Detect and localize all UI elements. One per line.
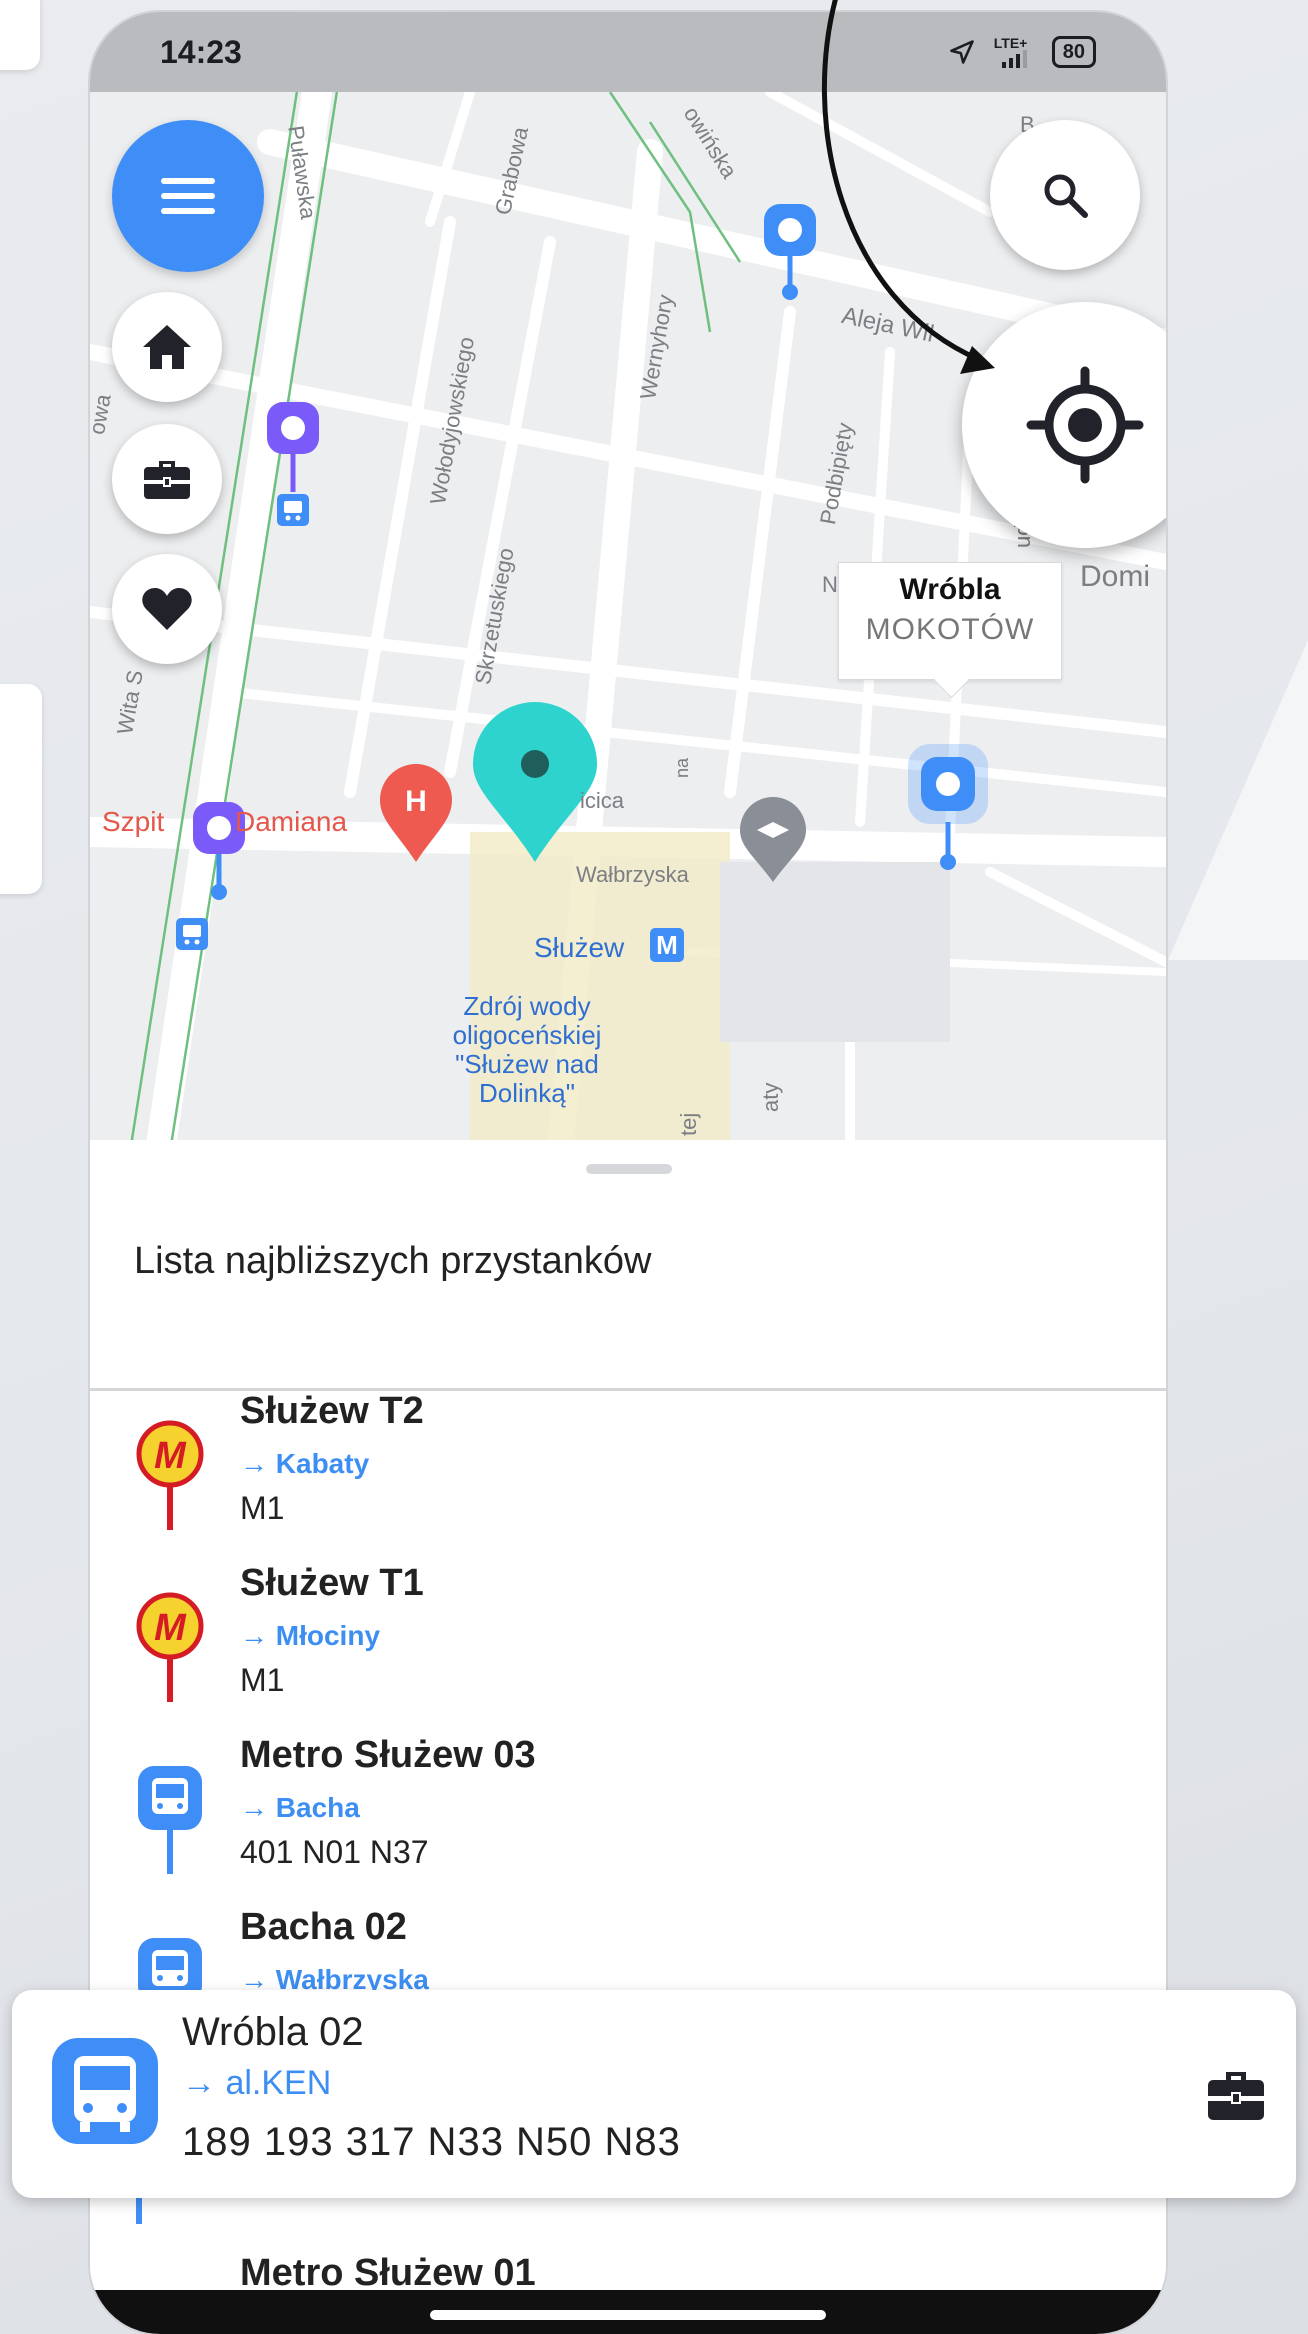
home-icon [143, 325, 191, 369]
tooltip-district: MOKOTÓW [865, 613, 1035, 646]
status-bar: 14:23 LTE+ 80 [90, 12, 1166, 92]
card-stop-lines: 189 193 317 N33 N50 N83 [182, 2120, 681, 2164]
briefcase-icon [144, 461, 190, 499]
stop-direction: → Młociny [240, 1620, 381, 1651]
street-label: aty [758, 1082, 783, 1112]
search-button[interactable] [990, 120, 1140, 270]
home-button[interactable] [112, 292, 222, 402]
location-arrow-icon [949, 40, 974, 64]
heart-icon [142, 588, 192, 630]
network-type: LTE+ [993, 35, 1028, 51]
home-indicator[interactable] [430, 2310, 826, 2320]
signal-icon [1001, 50, 1027, 68]
bus-icon [52, 2038, 158, 2144]
card-stop-direction: → al.KEN [182, 2064, 332, 2102]
street-label: icica [580, 788, 625, 813]
background-card [0, 684, 42, 894]
stop-name: Metro Służew 03 [240, 1734, 536, 1776]
street-label: na [672, 757, 692, 778]
svg-text:M: M [656, 930, 678, 960]
hospital-label: Damiana [235, 806, 348, 837]
metro-station-label: Służew [534, 932, 625, 963]
hospital-label: Szpit [102, 806, 165, 837]
street-label: Wałbrzyska [576, 862, 689, 887]
bus-icon [136, 1764, 204, 1881]
street-label: tej [676, 1112, 701, 1136]
stop-direction: → Bacha [240, 1792, 360, 1823]
background-card [0, 0, 40, 70]
stop-tooltip[interactable]: Wróbla MOKOTÓW [838, 562, 1062, 680]
card-stop-name: Wróbla 02 [182, 2010, 364, 2054]
selected-stop-card[interactable]: Wróbla 02 → al.KEN 189 193 317 N33 N50 N… [12, 1990, 1296, 2198]
poi-label: Domi [1080, 560, 1151, 593]
work-button[interactable] [112, 424, 222, 534]
svg-text:M: M [154, 1435, 187, 1477]
fountain-label: Zdrój wody oligoceńskiej "Służew nad Dol… [452, 991, 602, 1108]
battery-level: 80 [1051, 36, 1096, 68]
metro-station-badge: M [650, 928, 684, 962]
stop-lines: M1 [240, 1490, 285, 1526]
svg-text:M: M [154, 1607, 187, 1649]
stop-lines: M1 [240, 1662, 285, 1698]
background-shape [1168, 640, 1308, 960]
status-time: 14:23 [160, 33, 242, 70]
menu-button[interactable] [112, 120, 264, 272]
street-label: N [822, 572, 838, 597]
phone-frame: 14:23 LTE+ 80 H M Puławska Grabowa owińs… [90, 12, 1166, 2334]
bus-stop-pin[interactable] [764, 204, 816, 256]
metro-icon: M [136, 1592, 204, 1709]
stop-list-item[interactable]: M Służew T1 → Młociny M1 [90, 1562, 1166, 1734]
stop-list-item[interactable]: M Służew T2 → Kabaty M1 [90, 1390, 1166, 1562]
stop-direction: → Kabaty [240, 1448, 370, 1479]
svg-text:H: H [405, 785, 427, 818]
stop-name: Bacha 02 [240, 1906, 407, 1948]
locate-icon [1026, 366, 1144, 484]
stop-name: Metro Służew 01 [240, 2252, 536, 2294]
sheet-title: Lista najbliższych przystanków [134, 1240, 652, 1282]
tooltip-stop-name: Wróbla [899, 573, 1001, 606]
sheet-handle[interactable] [586, 1164, 672, 1174]
stop-name: Służew T2 [240, 1390, 424, 1432]
briefcase-icon[interactable] [1206, 2068, 1266, 2122]
favorites-button[interactable] [112, 554, 222, 664]
map-view[interactable]: M H M [90, 92, 1166, 1140]
stop-list-item[interactable]: Metro Służew 03 → Bacha 401 N01 N37 [90, 1734, 1166, 1906]
search-icon [1044, 174, 1088, 218]
stop-lines: 401 N01 N37 [240, 1834, 429, 1870]
metro-icon: M [136, 1420, 204, 1537]
menu-icon [161, 178, 215, 214]
stop-name: Służew T1 [240, 1562, 424, 1604]
